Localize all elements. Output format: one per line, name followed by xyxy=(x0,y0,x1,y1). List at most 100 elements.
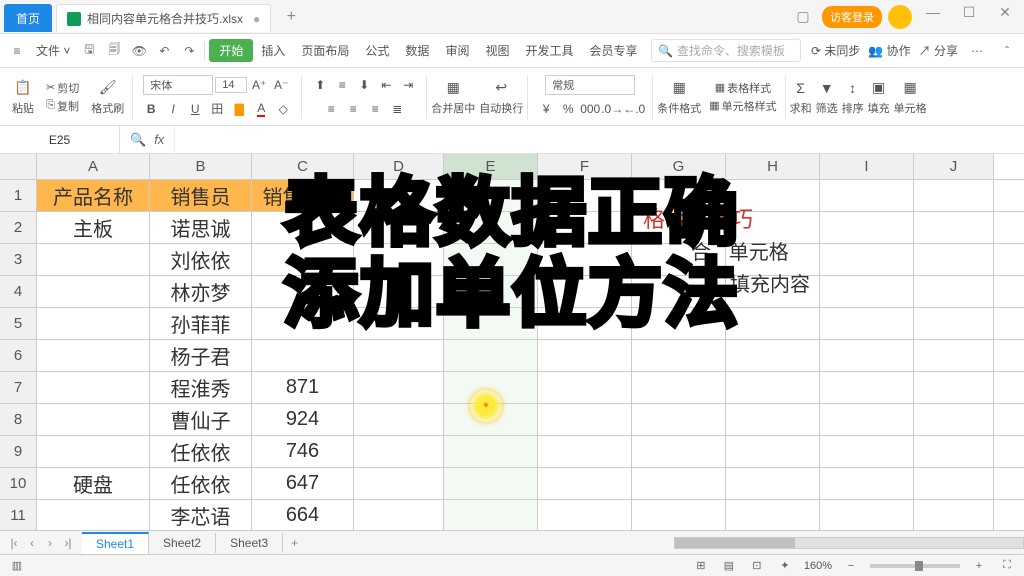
ribbon-tab-start[interactable]: 开始 xyxy=(209,39,253,62)
share-button[interactable]: ↗ 分享 xyxy=(919,42,958,59)
ribbon-tab-review[interactable]: 审阅 xyxy=(437,39,477,62)
collapse-ribbon-icon[interactable]: ˆ xyxy=(996,40,1018,62)
increase-font-button[interactable]: A⁺ xyxy=(249,75,269,95)
cell-H5[interactable] xyxy=(726,308,820,339)
cell-D9[interactable] xyxy=(354,436,444,467)
copy-button[interactable]: ⎘ 复制 xyxy=(46,98,79,114)
cell-J10[interactable] xyxy=(914,468,994,499)
login-badge[interactable]: 访客登录 xyxy=(822,6,882,28)
cell-G9[interactable] xyxy=(632,436,726,467)
cell-D1[interactable] xyxy=(354,180,444,211)
file-tab[interactable]: 相同内容单元格合并技巧.xlsx ● xyxy=(56,4,271,32)
ribbon-tab-view[interactable]: 视图 xyxy=(477,39,517,62)
cell-E10[interactable] xyxy=(444,468,538,499)
ribbon-tab-insert[interactable]: 插入 xyxy=(253,39,293,62)
cell-A10[interactable]: 硬盘 xyxy=(37,468,150,499)
fill-color-button[interactable]: ▇ xyxy=(229,99,249,119)
align-bottom-button[interactable]: ⬇ xyxy=(354,75,374,95)
cell-D2[interactable] xyxy=(354,212,444,243)
cell-C10[interactable]: 647 xyxy=(252,468,354,499)
sheet-nav-prev-icon[interactable]: ‹ xyxy=(24,536,40,550)
cell-A4[interactable] xyxy=(37,276,150,307)
cell-C9[interactable]: 746 xyxy=(252,436,354,467)
cell-style-button[interactable]: ▦ 单元格样式 xyxy=(709,98,776,114)
row-header[interactable]: 9 xyxy=(0,436,37,467)
filter-button[interactable]: ▼筛选 xyxy=(816,78,838,116)
cell-E9[interactable] xyxy=(444,436,538,467)
search-fx-icon[interactable]: 🔍 xyxy=(130,132,146,148)
fullscreen-icon[interactable]: ⛶ xyxy=(998,557,1016,575)
ribbon-tab-layout[interactable]: 页面布局 xyxy=(293,39,357,62)
cell-F3[interactable] xyxy=(538,244,632,275)
cell-F1[interactable] xyxy=(538,180,632,211)
ribbon-tab-data[interactable]: 数据 xyxy=(397,39,437,62)
sheet-tab-1[interactable]: Sheet1 xyxy=(82,532,149,554)
cell-I7[interactable] xyxy=(820,372,914,403)
cell-C11[interactable]: 664 xyxy=(252,500,354,531)
align-justify-button[interactable]: ≣ xyxy=(387,99,407,119)
cell-C1[interactable]: 销售数量 xyxy=(252,180,354,211)
close-button[interactable]: ✕ xyxy=(990,4,1020,30)
align-center-button[interactable]: ≡ xyxy=(343,99,363,119)
sheet-nav-last-icon[interactable]: ›| xyxy=(60,536,76,550)
cell-I3[interactable] xyxy=(820,244,914,275)
cell-E4[interactable] xyxy=(444,276,538,307)
cell-F7[interactable] xyxy=(538,372,632,403)
zoom-slider[interactable] xyxy=(870,564,960,568)
row-header[interactable]: 11 xyxy=(0,500,37,531)
cell-C6[interactable] xyxy=(252,340,354,371)
cell-G4[interactable] xyxy=(632,276,726,307)
zoom-in-icon[interactable]: + xyxy=(970,557,988,575)
percent-button[interactable]: % xyxy=(558,99,578,119)
new-tab-button[interactable]: + xyxy=(279,8,303,26)
cell-J4[interactable] xyxy=(914,276,994,307)
border-button[interactable]: 田 xyxy=(207,99,227,119)
cell-J2[interactable] xyxy=(914,212,994,243)
zoom-out-icon[interactable]: − xyxy=(842,557,860,575)
align-right-button[interactable]: ≡ xyxy=(365,99,385,119)
view-page-icon[interactable]: ▤ xyxy=(720,557,738,575)
col-header-J[interactable]: J xyxy=(914,154,994,179)
cell-D8[interactable] xyxy=(354,404,444,435)
file-menu[interactable]: 文件 ˅ xyxy=(31,39,75,63)
cell-H11[interactable] xyxy=(726,500,820,531)
row-header[interactable]: 6 xyxy=(0,340,37,371)
more-icon[interactable]: ⋯ xyxy=(966,40,988,62)
avatar[interactable] xyxy=(888,5,912,29)
font-select[interactable]: 宋体 xyxy=(143,75,213,95)
cell-E2[interactable] xyxy=(444,212,538,243)
cell-A1[interactable]: 产品名称 xyxy=(37,180,150,211)
formula-bar[interactable] xyxy=(174,126,1024,153)
horizontal-scrollbar[interactable] xyxy=(674,537,1024,549)
cell-I2[interactable] xyxy=(820,212,914,243)
cell-button[interactable]: ▦单元格 xyxy=(894,78,927,116)
cell-D10[interactable] xyxy=(354,468,444,499)
col-header-I[interactable]: I xyxy=(820,154,914,179)
indent-left-button[interactable]: ⇤ xyxy=(376,75,396,95)
paste-button[interactable]: 📋粘贴 xyxy=(12,78,34,116)
cell-I9[interactable] xyxy=(820,436,914,467)
view-normal-icon[interactable]: ⊞ xyxy=(692,557,710,575)
qat-print-icon[interactable]: 🗐 xyxy=(103,40,125,62)
cell-A7[interactable] xyxy=(37,372,150,403)
cell-F8[interactable] xyxy=(538,404,632,435)
view-settings-icon[interactable]: ✦ xyxy=(776,557,794,575)
cell-F4[interactable] xyxy=(538,276,632,307)
sync-status[interactable]: ⟳ 未同步 xyxy=(811,42,860,59)
cell-C2[interactable] xyxy=(252,212,354,243)
cell-A9[interactable] xyxy=(37,436,150,467)
col-header-H[interactable]: H xyxy=(726,154,820,179)
cell-F10[interactable] xyxy=(538,468,632,499)
cell-F2[interactable] xyxy=(538,212,632,243)
cell-J7[interactable] xyxy=(914,372,994,403)
cell-H9[interactable] xyxy=(726,436,820,467)
cell-G11[interactable] xyxy=(632,500,726,531)
cell-A5[interactable] xyxy=(37,308,150,339)
align-top-button[interactable]: ⬆ xyxy=(310,75,330,95)
cell-B6[interactable]: 杨子君 xyxy=(150,340,252,371)
cell-I11[interactable] xyxy=(820,500,914,531)
cell-D11[interactable] xyxy=(354,500,444,531)
cell-J8[interactable] xyxy=(914,404,994,435)
maximize-button[interactable]: ☐ xyxy=(954,4,984,30)
italic-button[interactable]: I xyxy=(163,99,183,119)
